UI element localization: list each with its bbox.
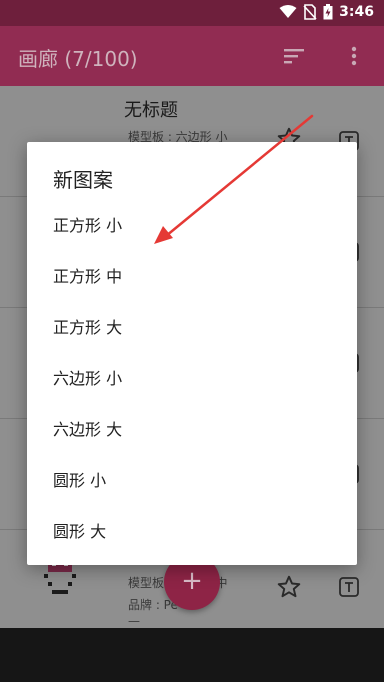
option-square-large[interactable]: 正方形 大 <box>27 302 357 353</box>
sort-icon[interactable] <box>282 46 306 66</box>
option-square-medium[interactable]: 正方形 中 <box>27 251 357 302</box>
status-bar: 3:46 <box>0 0 384 26</box>
system-nav-bar <box>0 628 384 682</box>
item-extra: — <box>128 614 140 628</box>
battery-charging-icon <box>323 4 333 20</box>
dialog-options: 正方形 小 正方形 中 正方形 大 六边形 小 六边形 大 圆形 小 圆形 大 <box>27 200 357 557</box>
new-pattern-dialog: 新图案 正方形 小 正方形 中 正方形 大 六边形 小 六边形 大 圆形 小 圆… <box>27 142 357 565</box>
wifi-icon <box>279 5 297 18</box>
star-icon[interactable] <box>276 574 302 600</box>
status-icons: 3:46 <box>279 4 374 20</box>
dialog-title: 新图案 <box>53 168 113 192</box>
option-circle-small[interactable]: 圆形 小 <box>27 455 357 506</box>
status-time: 3:46 <box>339 4 374 20</box>
app-bar: 画廊 (7/100) <box>0 26 384 86</box>
more-vert-icon[interactable] <box>344 44 364 68</box>
text-tag-icon[interactable] <box>338 576 360 598</box>
no-sim-icon <box>303 4 317 20</box>
item-title: 无标题 <box>124 100 178 121</box>
option-hexagon-small[interactable]: 六边形 小 <box>27 353 357 404</box>
option-square-small[interactable]: 正方形 小 <box>27 200 357 251</box>
page-title: 画廊 (7/100) <box>18 47 138 71</box>
option-hexagon-large[interactable]: 六边形 大 <box>27 404 357 455</box>
option-circle-large[interactable]: 圆形 大 <box>27 506 357 557</box>
